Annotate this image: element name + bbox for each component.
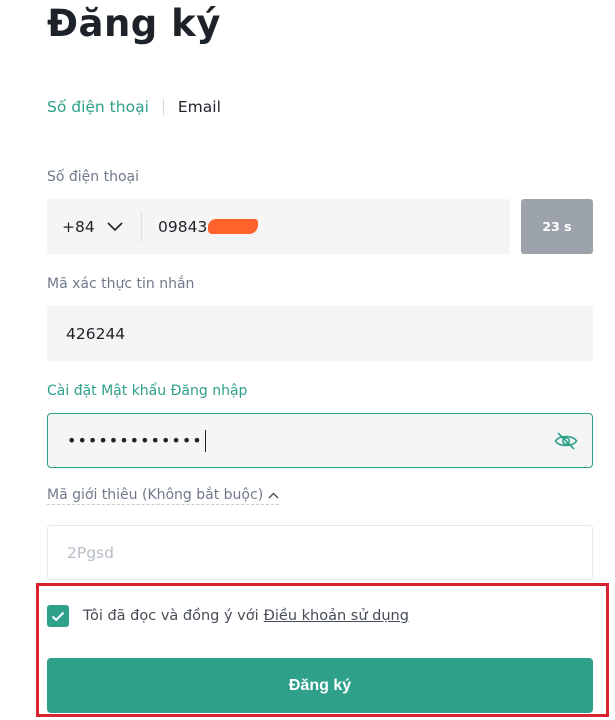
phone-label: Số điện thoại [47, 169, 140, 185]
resend-code-button[interactable]: 23 s [521, 199, 593, 254]
signup-method-tabs: Số điện thoại Email [47, 96, 221, 118]
terms-checkbox[interactable] [47, 605, 69, 627]
terms-text: Tôi đã đọc và đồng ý với [83, 608, 259, 624]
referral-label: Mã giới thiêu (Không bắt buộc) [47, 487, 264, 503]
password-input[interactable]: ••••••••••••• [47, 413, 593, 468]
tab-email[interactable]: Email [178, 98, 221, 116]
otp-input[interactable]: 426244 [47, 306, 593, 361]
phone-input-value: 09843 [158, 217, 208, 236]
checkmark-icon [51, 611, 65, 621]
country-code-value: +84 [62, 217, 95, 236]
text-caret [204, 429, 207, 452]
password-label: Cài đặt Mật khẩu Đăng nhập [47, 383, 248, 399]
password-value: ••••••••••••• [67, 431, 203, 450]
referral-input[interactable]: 2Pgsd [47, 525, 593, 580]
eye-off-icon[interactable] [554, 430, 578, 452]
phone-field: +84 09843 [47, 199, 510, 254]
page-title: Đăng ký [47, 2, 221, 45]
terms-agreement: Tôi đã đọc và đồng ý với Điều khoản sử d… [47, 605, 409, 627]
otp-label: Mã xác thực tin nhắn [47, 276, 195, 292]
country-code-select[interactable]: +84 [47, 199, 141, 254]
phone-input[interactable]: 09843 [142, 217, 259, 236]
redaction-mark [208, 219, 259, 234]
referral-toggle[interactable]: Mã giới thiêu (Không bắt buộc) [47, 487, 280, 505]
register-button[interactable]: Đăng ký [47, 658, 593, 713]
tab-phone[interactable]: Số điện thoại [47, 98, 149, 116]
chevron-up-icon [268, 492, 279, 498]
tab-divider [162, 99, 164, 115]
chevron-down-icon [107, 221, 123, 231]
terms-link[interactable]: Điều khoản sử dụng [264, 608, 409, 624]
